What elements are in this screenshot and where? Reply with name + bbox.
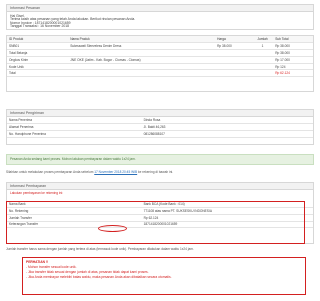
shipping-panel: Informasi Pengiriman Nama Penerima Dinda… (6, 109, 314, 145)
warning-line: - Jika Anda membayar melebihi batas wakt… (26, 274, 172, 279)
message-after: ke rekening di bawah ini. (138, 170, 174, 174)
col-product-name: Nama Produk (68, 36, 216, 44)
warning-title: PERHATIAN !! (26, 260, 49, 264)
table-row: Alamat Penerima Jl. Bakti 46,263 (7, 123, 313, 131)
col-qty: Jumlah (251, 36, 274, 44)
summary-row: Total Belanja Rp 38.000 (7, 49, 313, 57)
table-row: SNB01 Sukmawati Sleeveless Denim Dress R… (7, 42, 313, 51)
summary-row: Total Rp 62.124 (7, 69, 313, 78)
unique-code-label: Kode Unik (7, 63, 274, 71)
summary-row: Kode Unik Rp 124 (7, 63, 313, 71)
transfer-title: Informasi Pembayaran (7, 183, 313, 190)
col-price: Harga (215, 36, 252, 44)
recipient-phone-label: No. Handphone Penerima (7, 130, 142, 138)
recipient-name-value: Dinda Rosa (141, 117, 313, 125)
order-table-header: ID Produk Nama Produk Harga Jumlah Sub T… (7, 36, 313, 44)
product-price: Rp 38.000 (215, 42, 252, 51)
warning-line: - Mohon transfer sesuai kode unik. (26, 265, 77, 270)
col-subtotal: Sub Total (273, 36, 313, 44)
product-id: SNB01 (7, 42, 69, 51)
shipping-title: Informasi Pengiriman (7, 110, 313, 117)
deadline-link[interactable]: 17 November 2018 20:45 WIB (94, 170, 137, 174)
order-table-panel: ID Produk Nama Produk Harga Jumlah Sub T… (6, 35, 314, 92)
warning-line: - Jika transfer tidak sesuai dengan juml… (26, 269, 149, 274)
amount-highlight-circle (98, 224, 127, 232)
warning-box: PERHATIAN !! - Mohon transfer sesuai kod… (22, 257, 306, 295)
product-subtotal: Rp 38.000 (273, 42, 313, 51)
total-belanja-value: Rp 38.000 (273, 49, 313, 57)
recipient-name-label: Nama Penerima (7, 117, 142, 125)
shipping-cost-label: Ongkos Kirim (7, 56, 69, 64)
product-name: Sukmawati Sleeveless Denim Dress (68, 42, 216, 51)
success-notice: Pesanan Anda sedang kami proses. Mohon l… (6, 154, 314, 165)
grand-total-value: Rp 62.124 (273, 69, 313, 78)
shipping-courier: JNE OKE (Jatim - Kab. Bogor - Ciomas - C… (68, 56, 274, 64)
transfer-note: Jumlah transfer harus sama dengan jumlah… (6, 247, 194, 251)
payment-info-panel: Informasi Pesanan Hai Gisel, Terima kasi… (6, 4, 314, 30)
recipient-address-label: Alamat Penerima (7, 123, 142, 131)
product-qty: 1 (251, 42, 274, 51)
summary-row: Ongkos Kirim JNE OKE (Jatim - Kab. Bogor… (7, 56, 313, 64)
total-belanja-label: Total Belanja (7, 49, 274, 57)
payment-info-title: Informasi Pesanan (7, 5, 313, 12)
transaction-date: Tanggal Transaksi : 16 November 2018 (10, 24, 69, 29)
highlight-box (6, 201, 305, 244)
message-before: Silahkan untuk melakukan proses pembayar… (6, 170, 94, 174)
recipient-phone-value: 081286088107 (141, 130, 313, 138)
order-table: ID Produk Nama Produk Harga Jumlah Sub T… (7, 36, 313, 78)
shipping-cost-value: Rp 17.000 (273, 56, 313, 64)
grand-total-label: Total (7, 69, 274, 78)
shipping-table: Nama Penerima Dinda Rosa Alamat Penerima… (7, 117, 313, 138)
table-row: No. Handphone Penerima 081286088107 (7, 130, 313, 138)
transfer-subtitle: Lakukan pembayaran ke rekening ini: (10, 191, 63, 195)
payment-deadline-message: Silahkan untuk melakukan proses pembayar… (6, 170, 314, 174)
recipient-address-value: Jl. Bakti 46,263 (141, 123, 313, 131)
table-row: Nama Penerima Dinda Rosa (7, 117, 313, 125)
col-product-id: ID Produk (7, 36, 69, 44)
unique-code-value: Rp 124 (273, 63, 313, 71)
